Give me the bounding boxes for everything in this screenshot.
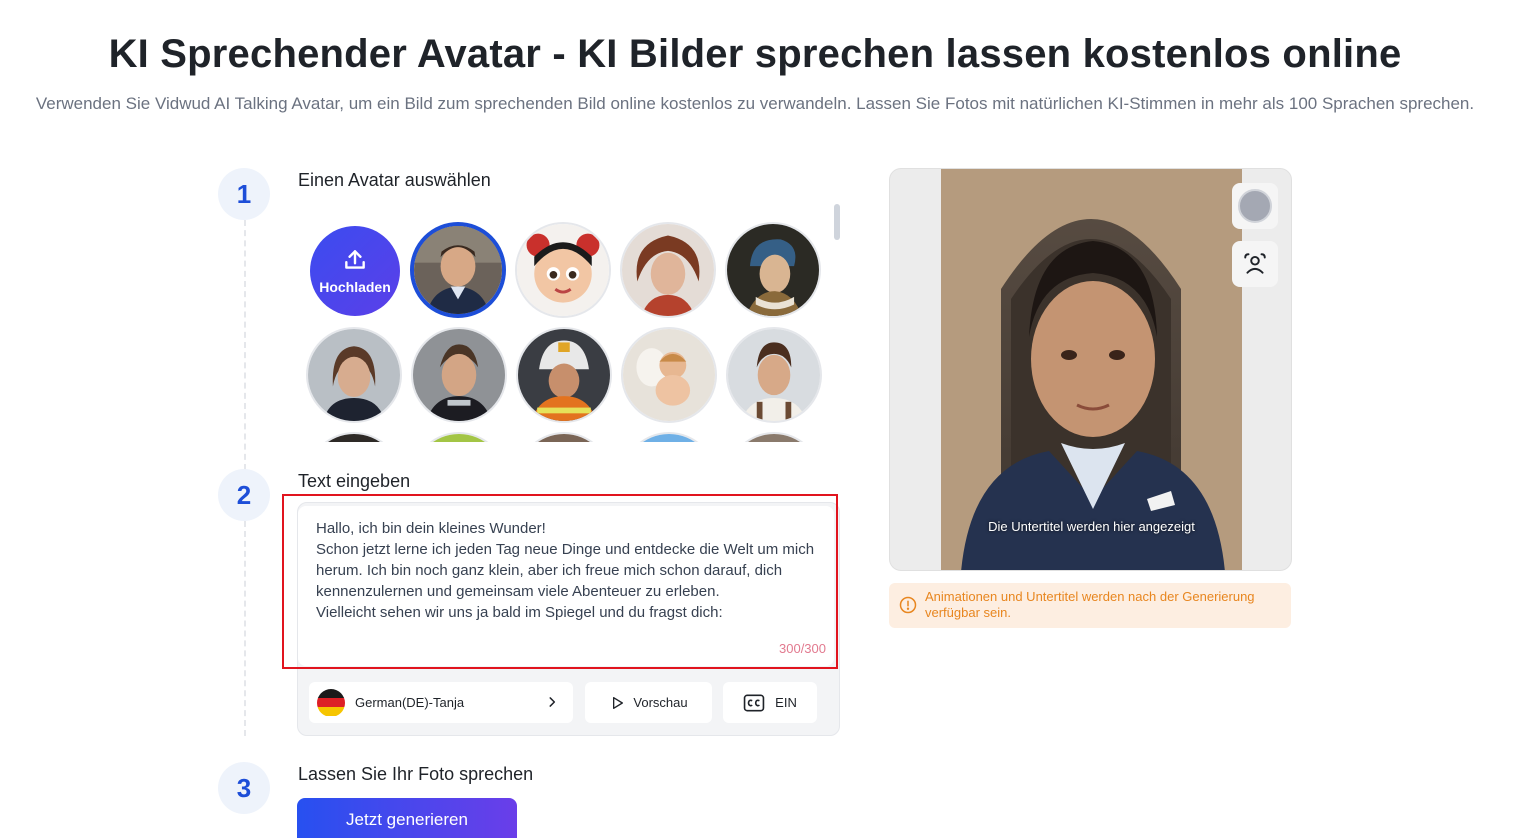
step-3-number: 3 bbox=[218, 762, 270, 814]
avatar-pearl-earring-girl[interactable] bbox=[725, 222, 821, 318]
step-2-label: Text eingeben bbox=[298, 471, 411, 491]
step-2-number: 2 bbox=[218, 469, 270, 521]
avatar-warrior-woman[interactable] bbox=[620, 222, 716, 318]
upload-label: Hochladen bbox=[319, 279, 391, 295]
upload-button[interactable]: Hochladen bbox=[310, 226, 400, 316]
avatar-firefighter[interactable] bbox=[516, 327, 612, 423]
chevron-right-icon bbox=[549, 697, 556, 707]
generation-notice: Animationen und Untertitel werden nach d… bbox=[889, 583, 1291, 628]
step-connector bbox=[244, 220, 246, 470]
step-connector bbox=[244, 521, 246, 736]
voice-selector[interactable]: German(DE)-Tanja bbox=[309, 682, 573, 723]
captions-label: EIN bbox=[775, 695, 797, 710]
german-flag-icon bbox=[317, 688, 345, 717]
generate-button[interactable]: Jetzt generieren bbox=[297, 798, 517, 838]
face-scan-button[interactable] bbox=[1232, 241, 1278, 287]
avatar-chef[interactable] bbox=[726, 327, 822, 423]
step-1-label: Einen Avatar auswählen bbox=[298, 170, 491, 190]
avatar-more-4[interactable] bbox=[621, 432, 717, 442]
face-scan-icon bbox=[1244, 253, 1266, 274]
preview-voice-button[interactable]: Vorschau bbox=[585, 682, 712, 723]
avatar-cartoon-girl[interactable] bbox=[515, 222, 611, 318]
record-icon bbox=[1238, 189, 1272, 223]
avatar-scrollbar[interactable] bbox=[834, 204, 840, 240]
record-button[interactable] bbox=[1232, 183, 1278, 229]
avatar-female-racer[interactable] bbox=[306, 327, 402, 423]
upload-icon bbox=[345, 250, 365, 269]
page-subtitle: Verwenden Sie Vidwud AI Talking Avatar, … bbox=[35, 94, 1475, 113]
page-title: KI Sprechender Avatar - KI Bilder sprech… bbox=[108, 32, 1402, 76]
avatar-more-2[interactable] bbox=[411, 432, 507, 442]
avatar-male-racer[interactable] bbox=[411, 327, 507, 423]
step-1-number: 1 bbox=[218, 168, 270, 220]
avatar-more-1[interactable] bbox=[306, 432, 402, 442]
avatar-cupid[interactable] bbox=[621, 327, 717, 423]
avatar-grid: Hochladen bbox=[298, 212, 838, 442]
voice-label: German(DE)-Tanja bbox=[355, 695, 465, 710]
avatar-more-3[interactable] bbox=[516, 432, 612, 442]
step-3-label: Lassen Sie Ihr Foto sprechen bbox=[298, 764, 534, 784]
avatar-boy-in-suit[interactable] bbox=[410, 222, 506, 318]
info-icon bbox=[899, 596, 917, 614]
preview-label: Vorschau bbox=[633, 695, 688, 710]
captions-toggle[interactable]: EIN bbox=[723, 682, 817, 723]
play-icon bbox=[613, 696, 624, 709]
avatar-more-5[interactable] bbox=[726, 432, 822, 442]
cc-icon bbox=[743, 694, 765, 711]
avatar-preview: Die Untertitel werden hier angezeigt bbox=[889, 168, 1292, 571]
preview-caption: Die Untertitel werden hier angezeigt bbox=[988, 519, 1195, 534]
focus-highlight bbox=[282, 494, 838, 669]
preview-photo bbox=[941, 169, 1242, 570]
notice-text: Animationen und Untertitel werden nach d… bbox=[925, 589, 1255, 620]
